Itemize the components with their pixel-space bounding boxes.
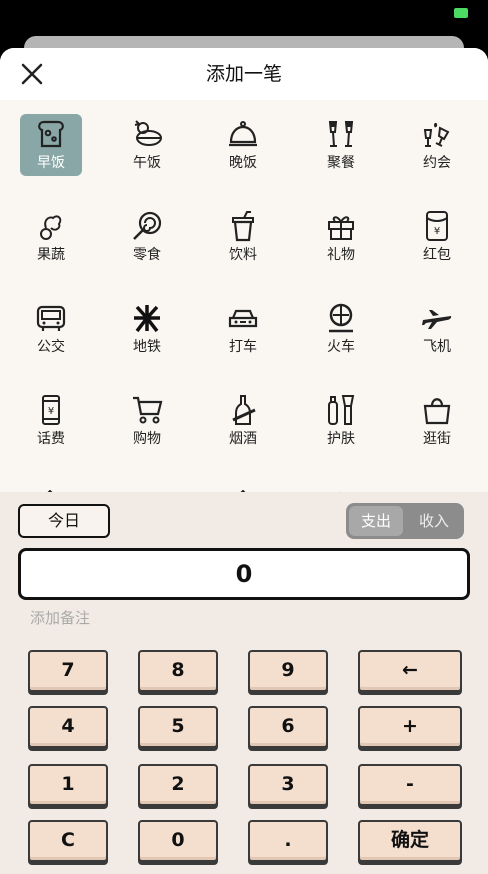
input-panel: 今日 支出 收入 0 添加备注 7 8 9 ← 4 5 6 + 1 2 3 - … bbox=[0, 492, 488, 874]
toast-icon bbox=[38, 120, 64, 148]
page-title: 添加一笔 bbox=[205, 63, 282, 85]
skincare-icon bbox=[328, 395, 355, 425]
category-train[interactable]: 火车 bbox=[310, 298, 372, 360]
category-shopping[interactable]: 购物 bbox=[116, 390, 178, 452]
category-lunch[interactable]: 午饭 bbox=[116, 114, 178, 176]
category-label: 火车 bbox=[327, 339, 355, 355]
category-gift[interactable]: 礼物 bbox=[310, 206, 372, 268]
confirm-key[interactable]: 确定 bbox=[358, 820, 462, 862]
amount-display[interactable]: 0 bbox=[18, 548, 470, 600]
key-7[interactable]: 7 bbox=[28, 650, 108, 692]
clear-key[interactable]: C bbox=[28, 820, 108, 862]
category-label: 话费 bbox=[37, 431, 65, 447]
decimal-key[interactable]: . bbox=[248, 820, 328, 862]
type-toggle: 支出 收入 bbox=[346, 503, 464, 539]
shopping-bag-icon bbox=[423, 398, 451, 425]
note-input[interactable]: 添加备注 bbox=[30, 608, 90, 628]
category-skincare[interactable]: 护肤 bbox=[310, 390, 372, 452]
category-drinks[interactable]: 饮料 bbox=[212, 206, 274, 268]
category-window-shopping[interactable]: 逛街 bbox=[406, 390, 468, 452]
category-taxi[interactable]: 打车 bbox=[212, 298, 274, 360]
key-3[interactable]: 3 bbox=[248, 764, 328, 806]
date-button[interactable]: 今日 bbox=[18, 504, 110, 538]
category-snacks[interactable]: 零食 bbox=[116, 206, 178, 268]
category-label: 零食 bbox=[133, 247, 161, 263]
category-label: 午饭 bbox=[133, 155, 161, 171]
metro-icon bbox=[134, 305, 160, 333]
category-party[interactable]: 聚餐 bbox=[310, 114, 372, 176]
phone-bill-icon: ¥ bbox=[42, 395, 60, 425]
airplane-icon bbox=[422, 310, 452, 329]
category-label: 饮料 bbox=[229, 247, 257, 263]
expense-tab[interactable]: 支出 bbox=[349, 506, 403, 536]
lollipop-icon bbox=[133, 211, 162, 240]
cloche-icon bbox=[229, 121, 257, 147]
minus-key[interactable]: - bbox=[358, 764, 462, 806]
category-label: 打车 bbox=[229, 339, 257, 355]
backspace-key[interactable]: ← bbox=[358, 650, 462, 692]
date-glasses-icon bbox=[423, 122, 450, 147]
bus-icon bbox=[36, 305, 66, 331]
key-0[interactable]: 0 bbox=[138, 820, 218, 862]
category-label: 烟酒 bbox=[229, 431, 257, 447]
income-tab[interactable]: 收入 bbox=[407, 506, 461, 536]
add-record-sheet: 添加一笔 早饭 午饭 晚饭 聚餐 约会 果蔬 零食 饮料 礼物 ¥ 红包 公交 … bbox=[0, 48, 488, 874]
category-label: 购物 bbox=[133, 431, 161, 447]
chicken-leg-icon bbox=[134, 120, 162, 146]
key-6[interactable]: 6 bbox=[248, 706, 328, 748]
taxi-icon bbox=[228, 309, 258, 328]
category-date[interactable]: 约会 bbox=[406, 114, 468, 176]
key-2[interactable]: 2 bbox=[138, 764, 218, 806]
category-bus[interactable]: 公交 bbox=[20, 298, 82, 360]
category-label: 地铁 bbox=[133, 339, 161, 355]
shopping-cart-icon bbox=[133, 396, 163, 424]
status-bar bbox=[0, 0, 488, 36]
category-label: 早饭 bbox=[37, 155, 65, 171]
champagne-glasses-icon bbox=[328, 121, 354, 147]
category-label: 晚饭 bbox=[229, 155, 257, 171]
category-label: 红包 bbox=[423, 247, 451, 263]
battery-icon bbox=[454, 8, 468, 18]
category-airplane[interactable]: 飞机 bbox=[406, 298, 468, 360]
category-label: 聚餐 bbox=[327, 155, 355, 171]
key-8[interactable]: 8 bbox=[138, 650, 218, 692]
train-icon bbox=[329, 303, 353, 333]
category-label: 护肤 bbox=[327, 431, 355, 447]
key-9[interactable]: 9 bbox=[248, 650, 328, 692]
category-label: 礼物 bbox=[327, 247, 355, 263]
category-phone-bill[interactable]: ¥ 话费 bbox=[20, 390, 82, 452]
category-label: 飞机 bbox=[423, 339, 451, 355]
category-label: 果蔬 bbox=[37, 247, 65, 263]
category-label: 逛街 bbox=[423, 431, 451, 447]
key-5[interactable]: 5 bbox=[138, 706, 218, 748]
category-red-envelope[interactable]: ¥ 红包 bbox=[406, 206, 468, 268]
key-4[interactable]: 4 bbox=[28, 706, 108, 748]
gift-icon bbox=[328, 216, 354, 240]
plus-key[interactable]: + bbox=[358, 706, 462, 748]
category-breakfast[interactable]: 早饭 bbox=[20, 114, 82, 176]
category-dinner[interactable]: 晚饭 bbox=[212, 114, 274, 176]
category-label: 公交 bbox=[37, 339, 65, 355]
category-vegetables[interactable]: 果蔬 bbox=[20, 206, 82, 268]
drink-cup-icon bbox=[232, 211, 254, 242]
vegetables-icon bbox=[40, 215, 62, 240]
svg-text:¥: ¥ bbox=[434, 226, 440, 237]
category-label: 约会 bbox=[423, 155, 451, 171]
svg-text:¥: ¥ bbox=[48, 406, 54, 417]
category-grid: 早饭 午饭 晚饭 聚餐 约会 果蔬 零食 饮料 礼物 ¥ 红包 公交 地铁 打车… bbox=[0, 100, 488, 492]
category-metro[interactable]: 地铁 bbox=[116, 298, 178, 360]
key-1[interactable]: 1 bbox=[28, 764, 108, 806]
category-tobacco-alcohol[interactable]: 烟酒 bbox=[212, 390, 274, 452]
header: 添加一笔 bbox=[0, 48, 488, 100]
red-envelope-icon: ¥ bbox=[426, 211, 448, 241]
tobacco-alcohol-icon bbox=[232, 395, 256, 425]
